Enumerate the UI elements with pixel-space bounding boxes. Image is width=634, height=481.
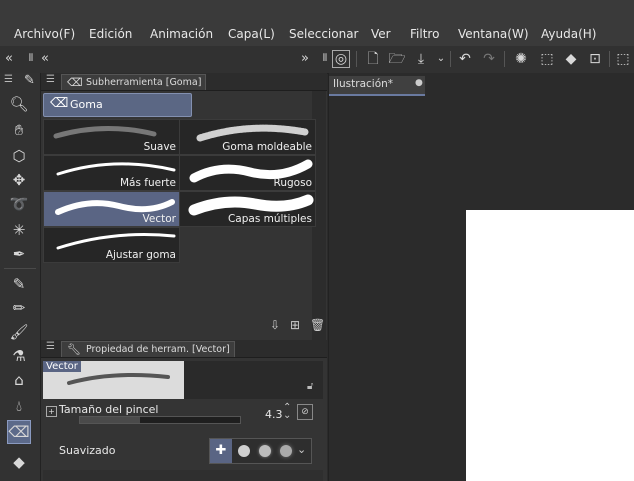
pen-icon[interactable]: ✎	[8, 273, 30, 295]
pressure-icon[interactable]: ⊘	[297, 404, 313, 420]
collapse-left-icon[interactable]: «	[0, 50, 18, 68]
chevron-down-icon[interactable]: ⌄	[432, 50, 450, 68]
menu-seleccionar[interactable]: Seleccionar	[289, 27, 358, 41]
brush-suave[interactable]: Suave	[43, 119, 180, 155]
smoothing-option-3-icon[interactable]	[259, 445, 271, 457]
brush-ajustar-goma[interactable]: Ajustar goma	[43, 227, 180, 263]
brush-goma-moldeable[interactable]: Goma moldeable	[179, 119, 316, 155]
brush-preview-area: Vector 🔓︎	[43, 361, 323, 399]
smoothing-option-2-icon[interactable]	[238, 445, 250, 457]
canvas-paper[interactable]	[466, 210, 634, 481]
save-icon[interactable]: ⤓	[412, 50, 430, 68]
fill-icon[interactable]: ◆	[562, 50, 580, 68]
eyedropper-icon[interactable]: ✒	[8, 243, 30, 265]
loading-spinner-icon[interactable]: ✺	[512, 50, 530, 68]
property-row-partial	[43, 470, 323, 481]
lock-icon[interactable]: 🔓︎	[307, 381, 313, 392]
menu-edicion[interactable]: Edición	[89, 27, 132, 41]
document-tab[interactable]: Ilustración* ●	[329, 76, 425, 96]
panel-menu-icon[interactable]: ☰	[46, 341, 55, 352]
brush-icon[interactable]: 🖌︎	[8, 321, 30, 343]
brush-rugoso[interactable]: Rugoso	[179, 155, 316, 191]
move-icon[interactable]: ✥	[8, 169, 30, 191]
smoothing-selector[interactable]: ✚ ⌄	[209, 438, 312, 464]
fill-bucket-icon[interactable]: ◆	[8, 451, 30, 473]
clear-selection-icon[interactable]: ⬚	[538, 50, 556, 68]
close-dot-icon[interactable]: ●	[415, 78, 423, 88]
menu-bar: Archivo(F) Edición Animación Capa(L) Sel…	[0, 0, 634, 46]
object-icon[interactable]: ⬡	[8, 145, 30, 167]
panel-menu-icon[interactable]: ☰	[46, 74, 55, 85]
menu-ver[interactable]: Ver	[371, 27, 391, 41]
expand-icon[interactable]: +	[46, 406, 57, 417]
new-file-icon[interactable]: 🗋	[364, 50, 382, 68]
menu-ayuda[interactable]: Ayuda(H)	[541, 27, 596, 41]
menu-filtro[interactable]: Filtro	[410, 27, 439, 41]
brush-size-slider[interactable]	[79, 416, 241, 424]
brush-preview: Vector	[43, 361, 184, 399]
zoom-icon[interactable]: 🔍︎	[8, 93, 30, 115]
transform-icon[interactable]: ⊡	[586, 50, 604, 68]
brush-vector[interactable]: Vector	[43, 191, 180, 227]
brush-capas-multiples[interactable]: Capas múltiples	[179, 191, 316, 227]
hand-icon[interactable]: ✋︎	[8, 119, 30, 141]
smoothing-option-1-icon[interactable]: ✚	[210, 439, 232, 463]
crop-icon[interactable]: ⬚	[614, 50, 632, 68]
magic-wand-icon[interactable]: ✳	[8, 219, 30, 241]
undo-icon[interactable]: ↶	[456, 50, 474, 68]
open-folder-icon[interactable]: 🗁	[388, 50, 406, 68]
eraser-icon: ⌫	[50, 96, 69, 111]
command-bar: « ⦀ « » ⦀ ◎ 🗋 🗁 ⤓ ⌄ ↶ ↷ ✺ ⬚ ◆ ⊡ ⬚	[0, 46, 634, 74]
copy-subtool-icon[interactable]: ⇩	[270, 318, 280, 332]
decoration-icon[interactable]: ⌂	[8, 369, 30, 391]
subtool-tab[interactable]: ⌫ Subherramienta [Goma]	[61, 74, 207, 90]
app-logo-icon[interactable]: ◎	[332, 50, 350, 68]
smoothing-row: Suavizado ✚ ⌄	[43, 436, 323, 466]
panel-menu-icon[interactable]: ☰	[4, 74, 13, 85]
lasso-icon[interactable]: ➰	[8, 193, 30, 215]
eraser-icon[interactable]: ⌫	[7, 420, 31, 444]
pen-tab-icon[interactable]: ✎	[24, 73, 35, 88]
smoothing-option-4-icon[interactable]	[280, 445, 292, 457]
collapse-right-icon[interactable]: »	[296, 50, 314, 68]
menu-ventana[interactable]: Ventana(W)	[458, 27, 529, 41]
property-tab[interactable]: 🔧︎ Propiedad de herram. [Vector]	[61, 341, 235, 357]
eraser-tab-icon: ⌫	[67, 76, 83, 89]
brush-mas-fuerte[interactable]: Más fuerte	[43, 155, 180, 191]
tool-column: ☰ ✎ 🔍︎ ✋︎ ⬡ ✥ ➰ ✳ ✒ ✎ ✏ 🖌︎ ⚗ ⌂ 💧︎ ⌫ ◆	[0, 73, 41, 481]
slider-fill	[80, 417, 140, 423]
delete-subtool-icon[interactable]: 🗑︎	[310, 318, 325, 332]
menu-capa[interactable]: Capa(L)	[228, 27, 275, 41]
brush-size-row: + Tamaño del pincel 4.3 ⌃ ⌄ ⊘	[43, 400, 323, 430]
redo-icon[interactable]: ↷	[480, 50, 498, 68]
collapse-left-2-icon[interactable]: «	[36, 50, 54, 68]
blend-icon[interactable]: 💧︎	[8, 395, 30, 417]
pencil-icon[interactable]: ✏	[8, 297, 30, 319]
spinner-arrows-icon[interactable]: ⌃ ⌄	[283, 403, 291, 421]
menu-archivo[interactable]: Archivo(F)	[14, 27, 75, 41]
menu-animacion[interactable]: Animación	[150, 27, 213, 41]
add-subtool-icon[interactable]: ⊞	[290, 318, 300, 332]
subtool-group-goma[interactable]: ⌫ Goma	[43, 93, 192, 117]
airbrush-icon[interactable]: ⚗	[8, 345, 30, 367]
wrench-icon: 🔧︎	[67, 343, 81, 356]
chevron-down-icon[interactable]: ⌄	[297, 443, 306, 456]
